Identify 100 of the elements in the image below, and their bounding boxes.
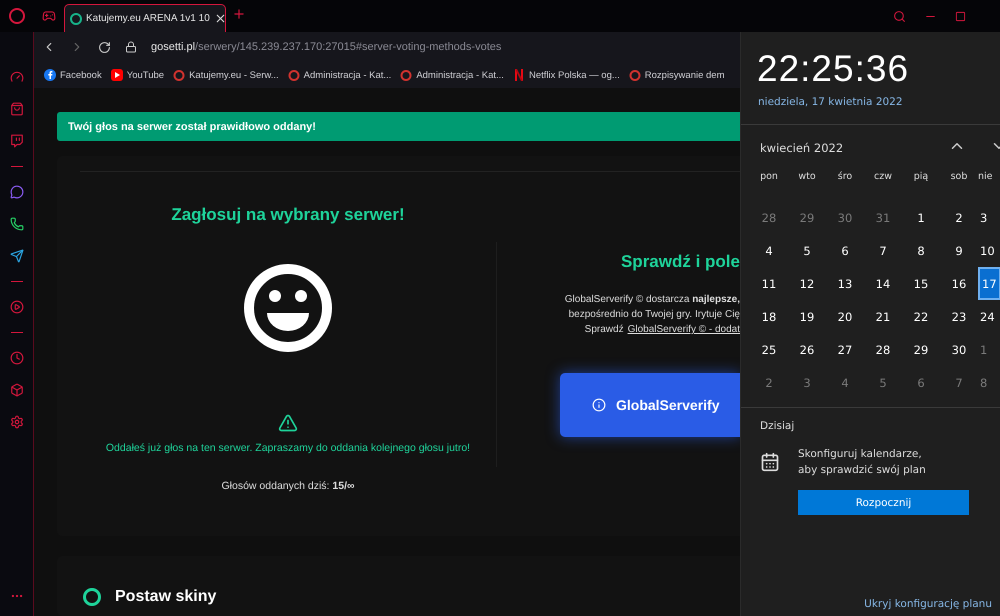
today-label: Dzisiaj bbox=[759, 419, 796, 432]
vote-title: Zagłosuj na wybrany serwer! bbox=[171, 205, 405, 225]
calendar-day[interactable]: 3 bbox=[788, 366, 826, 399]
weekday-label: śro bbox=[836, 171, 854, 184]
opera-icon bbox=[288, 69, 300, 81]
calendar-day[interactable]: 5 bbox=[788, 234, 826, 267]
reload-icon[interactable] bbox=[98, 40, 111, 54]
weekday-label: pią bbox=[912, 171, 930, 184]
calendar-day[interactable]: 17 bbox=[978, 267, 1000, 300]
gamepad-icon[interactable] bbox=[42, 9, 56, 23]
calendar-day[interactable]: 22 bbox=[902, 300, 940, 333]
address-field[interactable]: gosetti.pl/serwery/145.239.237.170:27015#server-voting-methods-votes bbox=[151, 41, 502, 53]
warning-icon bbox=[278, 413, 298, 433]
calendar-day[interactable]: 10 bbox=[978, 234, 1000, 267]
globalserverify-button[interactable]: GlobalServerify bbox=[560, 373, 740, 437]
browser-tab[interactable]: Katujemy.eu ARENA 1v1 10 bbox=[64, 4, 226, 32]
calendar-day[interactable]: 4 bbox=[750, 234, 788, 267]
calendar-day[interactable]: 7 bbox=[864, 234, 902, 267]
promo-text: Sprawdź bbox=[584, 323, 624, 337]
weekday-label: sob bbox=[950, 171, 968, 184]
agenda-text: Skonfiguruj kalendarze, aby sprawdzić swój plan bbox=[798, 447, 927, 478]
calendar-day[interactable]: 5 bbox=[864, 366, 902, 399]
weekday-label: czw bbox=[873, 171, 893, 184]
calendar-day[interactable]: 30 bbox=[826, 201, 864, 234]
opera-logo-icon[interactable] bbox=[9, 8, 25, 24]
calendar-day[interactable]: 27 bbox=[826, 333, 864, 366]
bookmark[interactable]: Rozpisywanie dem bbox=[628, 69, 724, 81]
calendar-day[interactable]: 4 bbox=[826, 366, 864, 399]
clock-date[interactable]: niedziela, 17 kwietnia 2022 bbox=[741, 90, 1000, 108]
start-button[interactable]: Rozpocznij bbox=[798, 490, 969, 515]
calendar-day[interactable]: 8 bbox=[978, 366, 1000, 399]
calendar-day[interactable]: 30 bbox=[940, 333, 978, 366]
messenger-icon[interactable] bbox=[10, 185, 24, 199]
calendar-day[interactable]: 3 bbox=[978, 201, 1000, 234]
calendar-day[interactable]: 19 bbox=[788, 300, 826, 333]
whatsapp-icon[interactable] bbox=[10, 217, 24, 231]
bookmark[interactable]: Administracja - Kat... bbox=[400, 69, 504, 81]
calendar-day[interactable]: 1 bbox=[902, 201, 940, 234]
clock-time: 22:25:36 bbox=[756, 47, 910, 90]
weekday-label: nie bbox=[978, 171, 994, 184]
calendar-day[interactable]: 15 bbox=[902, 267, 940, 300]
calendar-day[interactable]: 2 bbox=[750, 366, 788, 399]
calendar-day[interactable]: 14 bbox=[864, 267, 902, 300]
bag-icon[interactable] bbox=[10, 102, 24, 116]
bookmark[interactable]: Administracja - Kat... bbox=[288, 69, 392, 81]
settings-icon[interactable] bbox=[10, 415, 24, 429]
promo-title: Sprawdź i pole bbox=[620, 252, 740, 272]
youtube-icon bbox=[110, 69, 123, 81]
calendar-day[interactable]: 6 bbox=[902, 366, 940, 399]
calendar-day[interactable]: 28 bbox=[750, 201, 788, 234]
speedometer-icon[interactable] bbox=[10, 70, 24, 84]
twitch-icon[interactable] bbox=[10, 134, 24, 148]
calendar-day[interactable]: 1 bbox=[978, 333, 1000, 366]
calendar-day[interactable]: 8 bbox=[902, 234, 940, 267]
play-icon[interactable] bbox=[10, 300, 24, 314]
section-title: Postaw skiny bbox=[115, 588, 216, 606]
calendar-day[interactable]: 21 bbox=[864, 300, 902, 333]
calendar-day[interactable]: 23 bbox=[940, 300, 978, 333]
calendar-day[interactable]: 25 bbox=[750, 333, 788, 366]
calendar-day[interactable]: 9 bbox=[940, 234, 978, 267]
calendar-day[interactable]: 7 bbox=[940, 366, 978, 399]
smiley-icon bbox=[243, 263, 333, 353]
cube-icon[interactable] bbox=[10, 383, 24, 397]
calendar-day[interactable]: 24 bbox=[978, 300, 1000, 333]
netflix-icon bbox=[512, 69, 525, 81]
opera-icon bbox=[400, 69, 412, 81]
promo-text: bezpośrednio do Twojej gry. Irytuje Cię bbox=[568, 308, 740, 322]
calendar-day[interactable]: 2 bbox=[940, 201, 978, 234]
calendar-day[interactable]: 12 bbox=[788, 267, 826, 300]
close-icon[interactable] bbox=[214, 12, 227, 25]
calendar-day[interactable]: 16 bbox=[940, 267, 978, 300]
calendar-day[interactable]: 29 bbox=[788, 201, 826, 234]
calendar-day[interactable]: 13 bbox=[826, 267, 864, 300]
calendar-day[interactable]: 6 bbox=[826, 234, 864, 267]
opera-icon bbox=[173, 69, 186, 81]
calendar-day[interactable]: 26 bbox=[788, 333, 826, 366]
facebook-icon bbox=[44, 69, 56, 81]
promo-link[interactable]: GlobalServerify © - dodat bbox=[628, 324, 740, 335]
calendar-day[interactable]: 28 bbox=[864, 333, 902, 366]
success-alert: Twój głos na serwer został prawidłowo oddany! bbox=[57, 112, 740, 141]
plus-icon[interactable] bbox=[232, 6, 246, 20]
maximize-icon[interactable] bbox=[955, 10, 966, 22]
calendar-day[interactable]: 11 bbox=[750, 267, 788, 300]
bookmark[interactable]: Netflix Polska — og... bbox=[512, 69, 620, 81]
calendar-day[interactable]: 18 bbox=[750, 300, 788, 333]
search-icon[interactable] bbox=[893, 10, 906, 22]
calendar-day[interactable]: 20 bbox=[826, 300, 864, 333]
calendar-day[interactable]: 31 bbox=[864, 201, 902, 234]
month-label[interactable]: kwiecień 2022 bbox=[760, 141, 948, 155]
ring-icon bbox=[83, 588, 101, 606]
telegram-icon[interactable] bbox=[10, 249, 24, 263]
clock-icon[interactable] bbox=[10, 351, 24, 365]
site-icon bbox=[70, 12, 82, 24]
calendar-day[interactable]: 29 bbox=[902, 333, 940, 366]
bookmark[interactable]: Katujemy.eu - Serw... bbox=[173, 69, 279, 81]
vote-message: Oddałeś już głos na ten serwer. Zapraszamy do oddania kolejnego głosu jutro! bbox=[106, 442, 470, 454]
promo-text: GlobalServerify © dostarcza najlepsze, bbox=[564, 293, 740, 307]
bookmark[interactable]: YouTube bbox=[110, 69, 164, 81]
bookmark[interactable]: Facebook bbox=[44, 69, 102, 81]
hide-plan-link[interactable]: Ukryj konfigurację planu bbox=[864, 598, 1000, 610]
